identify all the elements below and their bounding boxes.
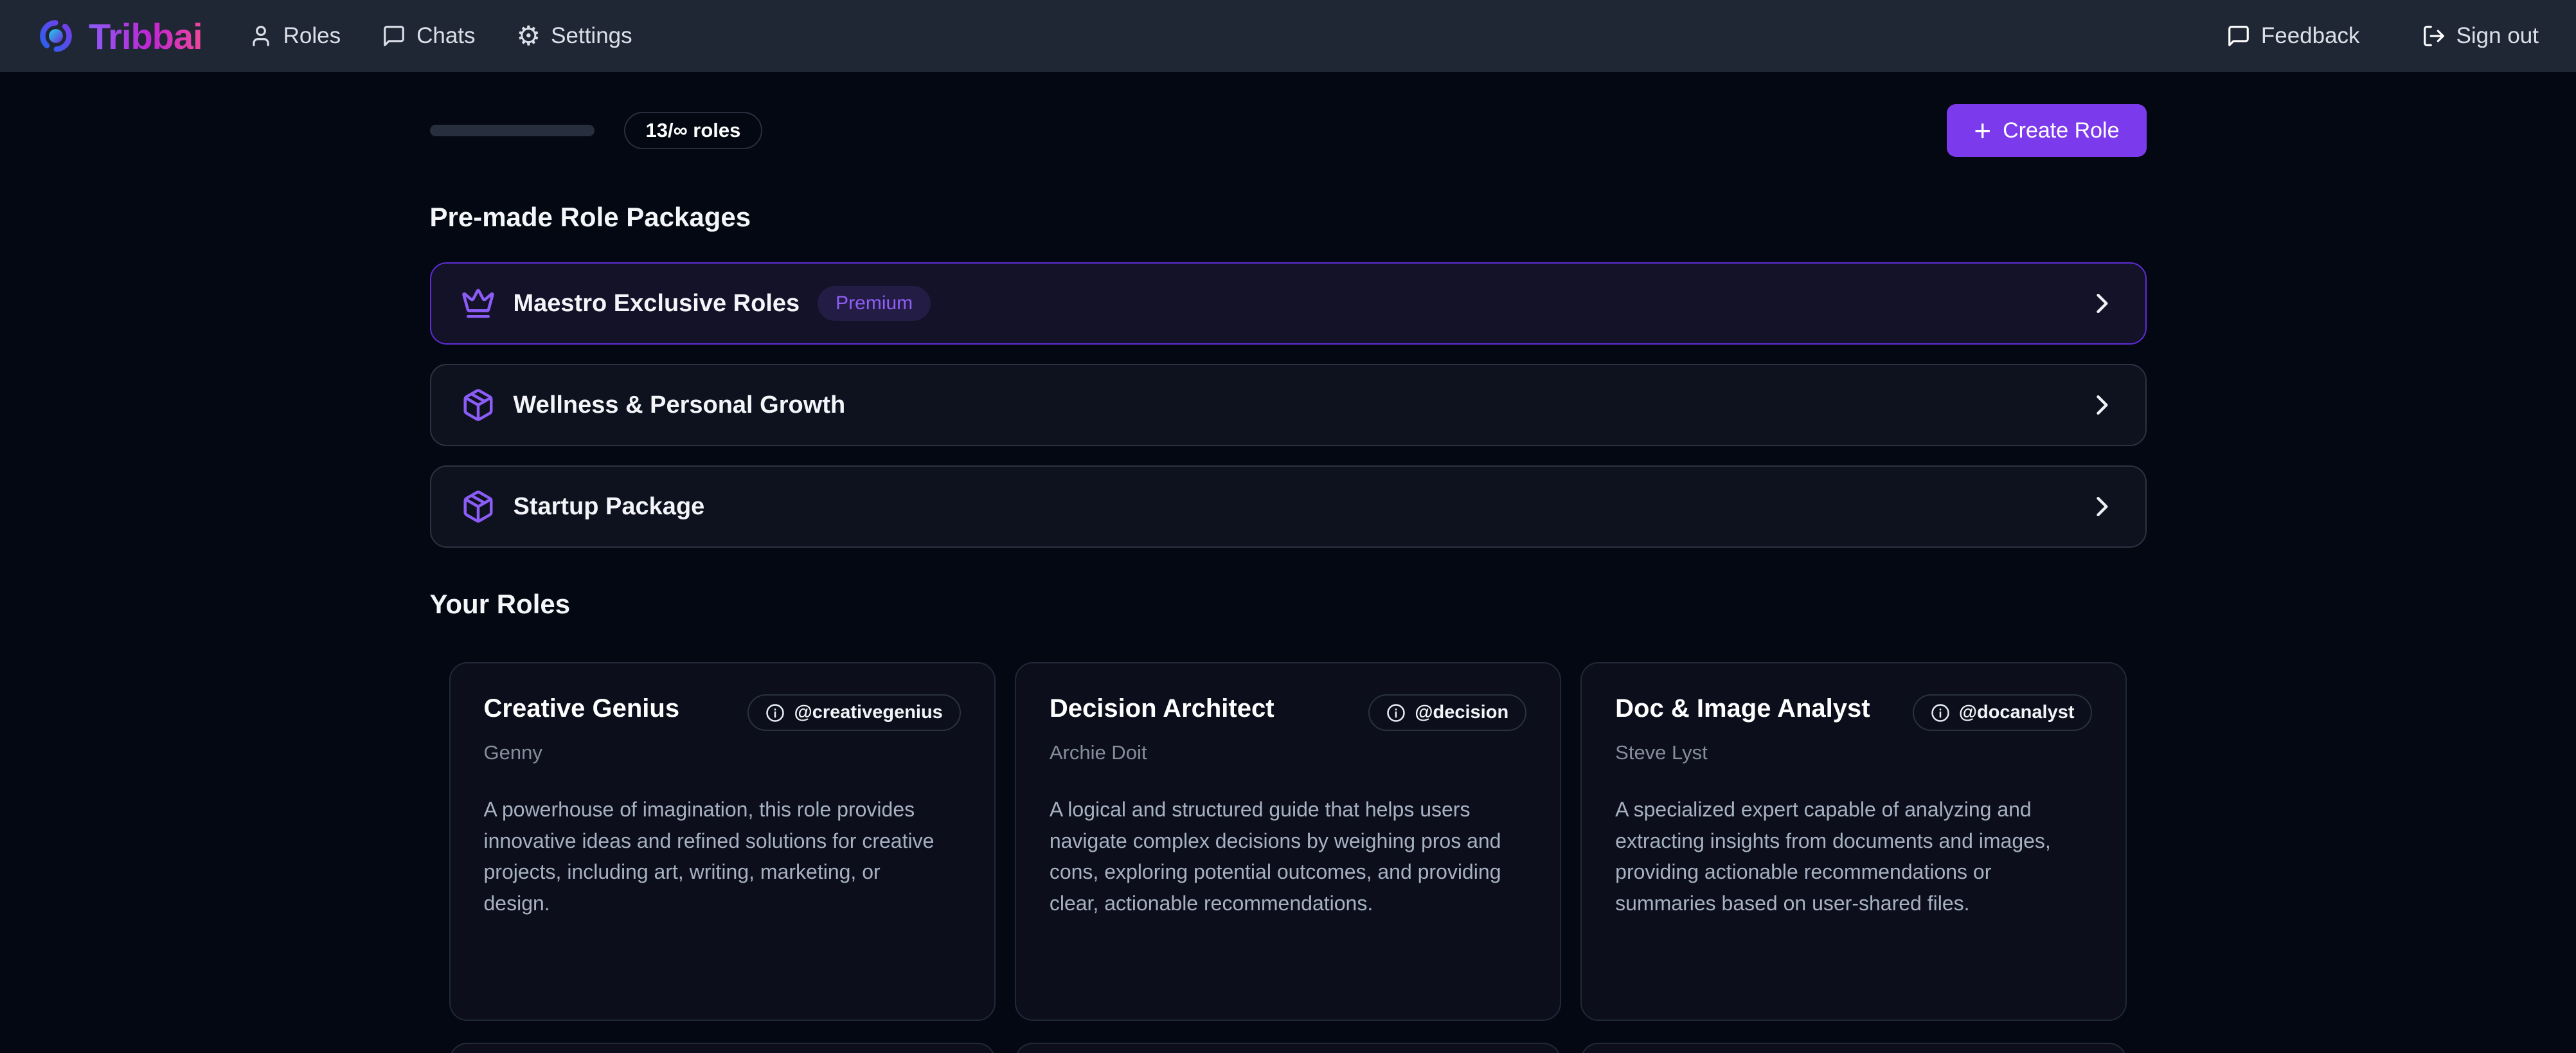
info-icon bbox=[765, 703, 785, 723]
chat-icon bbox=[382, 24, 406, 48]
brand-name: Tribbai bbox=[89, 15, 202, 57]
role-card[interactable]: Decision Architect @decision Archie Doit… bbox=[1015, 662, 1561, 1021]
chevron-right-icon bbox=[2088, 492, 2116, 521]
main-content: 13/∞ roles + Create Role Pre-made Role P… bbox=[430, 104, 2147, 1053]
nav-item-chats[interactable]: Chats bbox=[382, 23, 475, 49]
next-roles-row-partial bbox=[430, 1040, 2147, 1053]
role-handle-badge[interactable]: @creativegenius bbox=[747, 694, 960, 731]
create-role-label: Create Role bbox=[2003, 118, 2119, 143]
package-icon bbox=[461, 388, 496, 422]
role-card-partial[interactable] bbox=[1580, 1043, 2127, 1053]
info-icon bbox=[1386, 703, 1406, 723]
roles-usage: 13/∞ roles bbox=[430, 112, 763, 149]
role-subtitle: Genny bbox=[484, 741, 961, 764]
logout-icon bbox=[2422, 24, 2446, 48]
role-handle-badge[interactable]: @docanalyst bbox=[1913, 694, 2093, 731]
tribbai-logo-icon bbox=[37, 17, 75, 55]
nav-item-feedback[interactable]: Feedback bbox=[2226, 23, 2360, 49]
gear-icon: ⚙ bbox=[517, 22, 541, 50]
user-icon bbox=[249, 24, 273, 48]
role-handle-badge[interactable]: @decision bbox=[1368, 694, 1526, 731]
package-name: Wellness & Personal Growth bbox=[514, 392, 846, 419]
role-card[interactable]: Doc & Image Analyst @docanalyst Steve Ly… bbox=[1580, 662, 2127, 1021]
nav-item-label: Settings bbox=[551, 23, 632, 49]
package-row[interactable]: Startup Package bbox=[430, 465, 2147, 548]
package-name: Startup Package bbox=[514, 493, 705, 521]
package-row[interactable]: Wellness & Personal Growth bbox=[430, 364, 2147, 446]
role-card[interactable]: Creative Genius @creativegenius Genny A … bbox=[449, 662, 996, 1021]
nav-item-label: Roles bbox=[283, 23, 341, 49]
nav-item-signout[interactable]: Sign out bbox=[2422, 23, 2539, 49]
nav-links: Roles Chats ⚙ Settings bbox=[249, 22, 632, 50]
chevron-right-icon bbox=[2088, 289, 2116, 318]
premium-badge: Premium bbox=[818, 286, 931, 321]
package-name: Maestro Exclusive Roles bbox=[514, 290, 800, 318]
crown-icon bbox=[461, 286, 496, 321]
roles-count-badge: 13/∞ roles bbox=[624, 112, 763, 149]
role-description: A powerhouse of imagination, this role p… bbox=[484, 794, 947, 919]
your-roles-grid: Creative Genius @creativegenius Genny A … bbox=[430, 662, 2147, 1021]
premade-packages-title: Pre-made Role Packages bbox=[430, 202, 2147, 233]
role-card-header: Doc & Image Analyst @docanalyst bbox=[1615, 694, 2092, 731]
nav-item-roles[interactable]: Roles bbox=[249, 23, 341, 49]
role-card-header: Decision Architect @decision bbox=[1050, 694, 1526, 731]
create-role-button[interactable]: + Create Role bbox=[1947, 104, 2146, 157]
your-roles-title: Your Roles bbox=[430, 589, 2147, 620]
brand-logo[interactable]: Tribbai bbox=[37, 15, 202, 57]
nav-item-label: Chats bbox=[416, 23, 475, 49]
package-row[interactable]: Maestro Exclusive Roles Premium bbox=[430, 262, 2147, 345]
nav-item-settings[interactable]: ⚙ Settings bbox=[517, 22, 632, 50]
role-title: Doc & Image Analyst bbox=[1615, 694, 1870, 723]
nav-item-label: Feedback bbox=[2261, 23, 2360, 49]
role-title: Decision Architect bbox=[1050, 694, 1275, 723]
role-card-partial[interactable] bbox=[449, 1043, 996, 1053]
role-handle: @decision bbox=[1415, 702, 1508, 723]
role-card-header: Creative Genius @creativegenius bbox=[484, 694, 961, 731]
role-handle: @creativegenius bbox=[794, 702, 942, 723]
role-card-partial[interactable] bbox=[1015, 1043, 1561, 1053]
chat-icon bbox=[2226, 24, 2251, 48]
nav-item-label: Sign out bbox=[2456, 23, 2539, 49]
nav-right: Feedback Sign out bbox=[2226, 23, 2539, 49]
role-title: Creative Genius bbox=[484, 694, 680, 723]
role-subtitle: Steve Lyst bbox=[1615, 741, 2092, 764]
top-nav: Tribbai Roles Chats ⚙ Settings bbox=[0, 0, 2576, 72]
package-icon bbox=[461, 489, 496, 524]
role-handle: @docanalyst bbox=[1959, 702, 2075, 723]
chevron-right-icon bbox=[2088, 391, 2116, 419]
role-description: A logical and structured guide that help… bbox=[1050, 794, 1512, 919]
roles-progress-bar bbox=[430, 125, 595, 136]
role-subtitle: Archie Doit bbox=[1050, 741, 1526, 764]
info-icon bbox=[1931, 703, 1950, 723]
roles-toolbar: 13/∞ roles + Create Role bbox=[430, 104, 2147, 157]
role-description: A specialized expert capable of analyzin… bbox=[1615, 794, 2078, 919]
package-list: Maestro Exclusive Roles Premium Wellness… bbox=[430, 262, 2147, 548]
